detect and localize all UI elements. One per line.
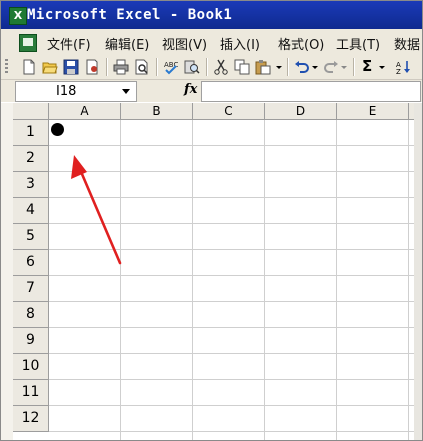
menu-tools[interactable]: 工具(T) — [336, 34, 380, 53]
redo-dropdown-icon[interactable] — [340, 59, 348, 75]
gridline — [49, 327, 422, 328]
name-box-value: I18 — [56, 84, 77, 99]
excel-app-icon[interactable]: X — [9, 7, 27, 25]
svg-text:Z: Z — [396, 68, 401, 75]
gridline — [49, 353, 422, 354]
gridline — [336, 120, 337, 440]
insert-function-icon[interactable]: fx — [184, 82, 197, 97]
sort-icon[interactable]: AZ — [396, 59, 412, 75]
undo-icon[interactable] — [294, 59, 310, 75]
gridline — [49, 145, 422, 146]
gridline — [49, 379, 422, 380]
menu-file[interactable]: 文件(F) — [47, 34, 91, 53]
name-box[interactable]: I18 — [15, 81, 137, 102]
row-header-6[interactable]: 6 — [13, 250, 49, 276]
menu-format[interactable]: 格式(O) — [278, 34, 324, 53]
column-header-d[interactable]: D — [265, 103, 337, 120]
new-icon[interactable] — [21, 59, 37, 75]
gridline — [49, 197, 422, 198]
toolbar-separator — [106, 58, 108, 76]
menu-data[interactable]: 数据 — [394, 34, 420, 53]
save-icon[interactable] — [63, 59, 79, 75]
row-header-10[interactable]: 10 — [13, 354, 49, 380]
formula-bar: I18 fx — [1, 80, 422, 102]
gridline — [49, 301, 422, 302]
name-box-dropdown-icon[interactable] — [122, 89, 130, 94]
column-header-b[interactable]: B — [121, 103, 193, 120]
undo-dropdown-icon[interactable] — [311, 59, 319, 75]
autosum-icon[interactable]: Σ — [362, 57, 372, 75]
row-header-7[interactable]: 7 — [13, 276, 49, 302]
research-icon[interactable] — [184, 59, 200, 75]
print-icon[interactable] — [113, 59, 129, 75]
gridline — [49, 171, 422, 172]
row-header-11[interactable]: 11 — [13, 380, 49, 406]
toolbar-separator — [206, 58, 208, 76]
row-header-2[interactable]: 2 — [13, 146, 49, 172]
row-header-4[interactable]: 4 — [13, 198, 49, 224]
paste-dropdown-icon[interactable] — [275, 59, 283, 75]
menu-view[interactable]: 视图(V) — [162, 34, 207, 53]
gridline — [49, 275, 422, 276]
row-header-9[interactable]: 9 — [13, 328, 49, 354]
vertical-scrollbar[interactable] — [414, 103, 422, 440]
row-header-1[interactable]: 1 — [13, 120, 49, 146]
row-header-5[interactable]: 5 — [13, 224, 49, 250]
open-icon[interactable] — [42, 59, 58, 75]
autosum-dropdown-icon[interactable] — [378, 59, 386, 75]
select-all-corner[interactable] — [13, 103, 49, 120]
gridline — [264, 120, 265, 440]
cell-a1-marker-dot — [51, 123, 64, 136]
workbook-icon[interactable] — [19, 34, 37, 52]
row-header-8[interactable]: 8 — [13, 302, 49, 328]
svg-text:ABC: ABC — [164, 61, 178, 69]
print-preview-icon[interactable] — [134, 59, 150, 75]
standard-toolbar: ABC Σ AZ — [1, 55, 422, 80]
toolbar-separator — [156, 58, 158, 76]
menu-insert[interactable]: 插入(I) — [220, 34, 260, 53]
menu-bar: 文件(F) 编辑(E) 视图(V) 插入(I) 格式(O) 工具(T) 数据 — [1, 29, 422, 56]
gridline — [49, 223, 422, 224]
excel-window: X Microsoft Excel - Book1 文件(F) 编辑(E) 视图… — [0, 0, 423, 441]
window-left-edge — [1, 103, 13, 440]
gridline — [408, 120, 409, 440]
column-header-c[interactable]: C — [193, 103, 265, 120]
column-header-a[interactable]: A — [49, 103, 121, 120]
worksheet-grid[interactable]: A B C D E 1 2 3 4 5 6 7 8 9 10 11 12 — [1, 103, 422, 440]
copy-icon[interactable] — [234, 59, 250, 75]
toolbar-grip[interactable] — [5, 59, 8, 75]
window-title: Microsoft Excel - Book1 — [27, 7, 233, 23]
menu-edit[interactable]: 编辑(E) — [105, 34, 149, 53]
cut-icon[interactable] — [213, 59, 229, 75]
spelling-icon[interactable]: ABC — [163, 59, 179, 75]
toolbar-separator — [287, 58, 289, 76]
redo-icon[interactable] — [323, 59, 339, 75]
gridline — [49, 405, 422, 406]
permission-icon[interactable] — [84, 59, 100, 75]
gridline — [192, 120, 193, 440]
paste-icon[interactable] — [255, 59, 271, 75]
gridline — [49, 431, 422, 432]
title-bar: X Microsoft Excel - Book1 — [1, 1, 422, 29]
row-header-12[interactable]: 12 — [13, 406, 49, 432]
formula-input[interactable] — [201, 81, 421, 102]
gridline — [120, 120, 121, 440]
gridline — [49, 249, 422, 250]
column-header-e[interactable]: E — [337, 103, 409, 120]
row-header-3[interactable]: 3 — [13, 172, 49, 198]
toolbar-separator — [353, 58, 355, 76]
